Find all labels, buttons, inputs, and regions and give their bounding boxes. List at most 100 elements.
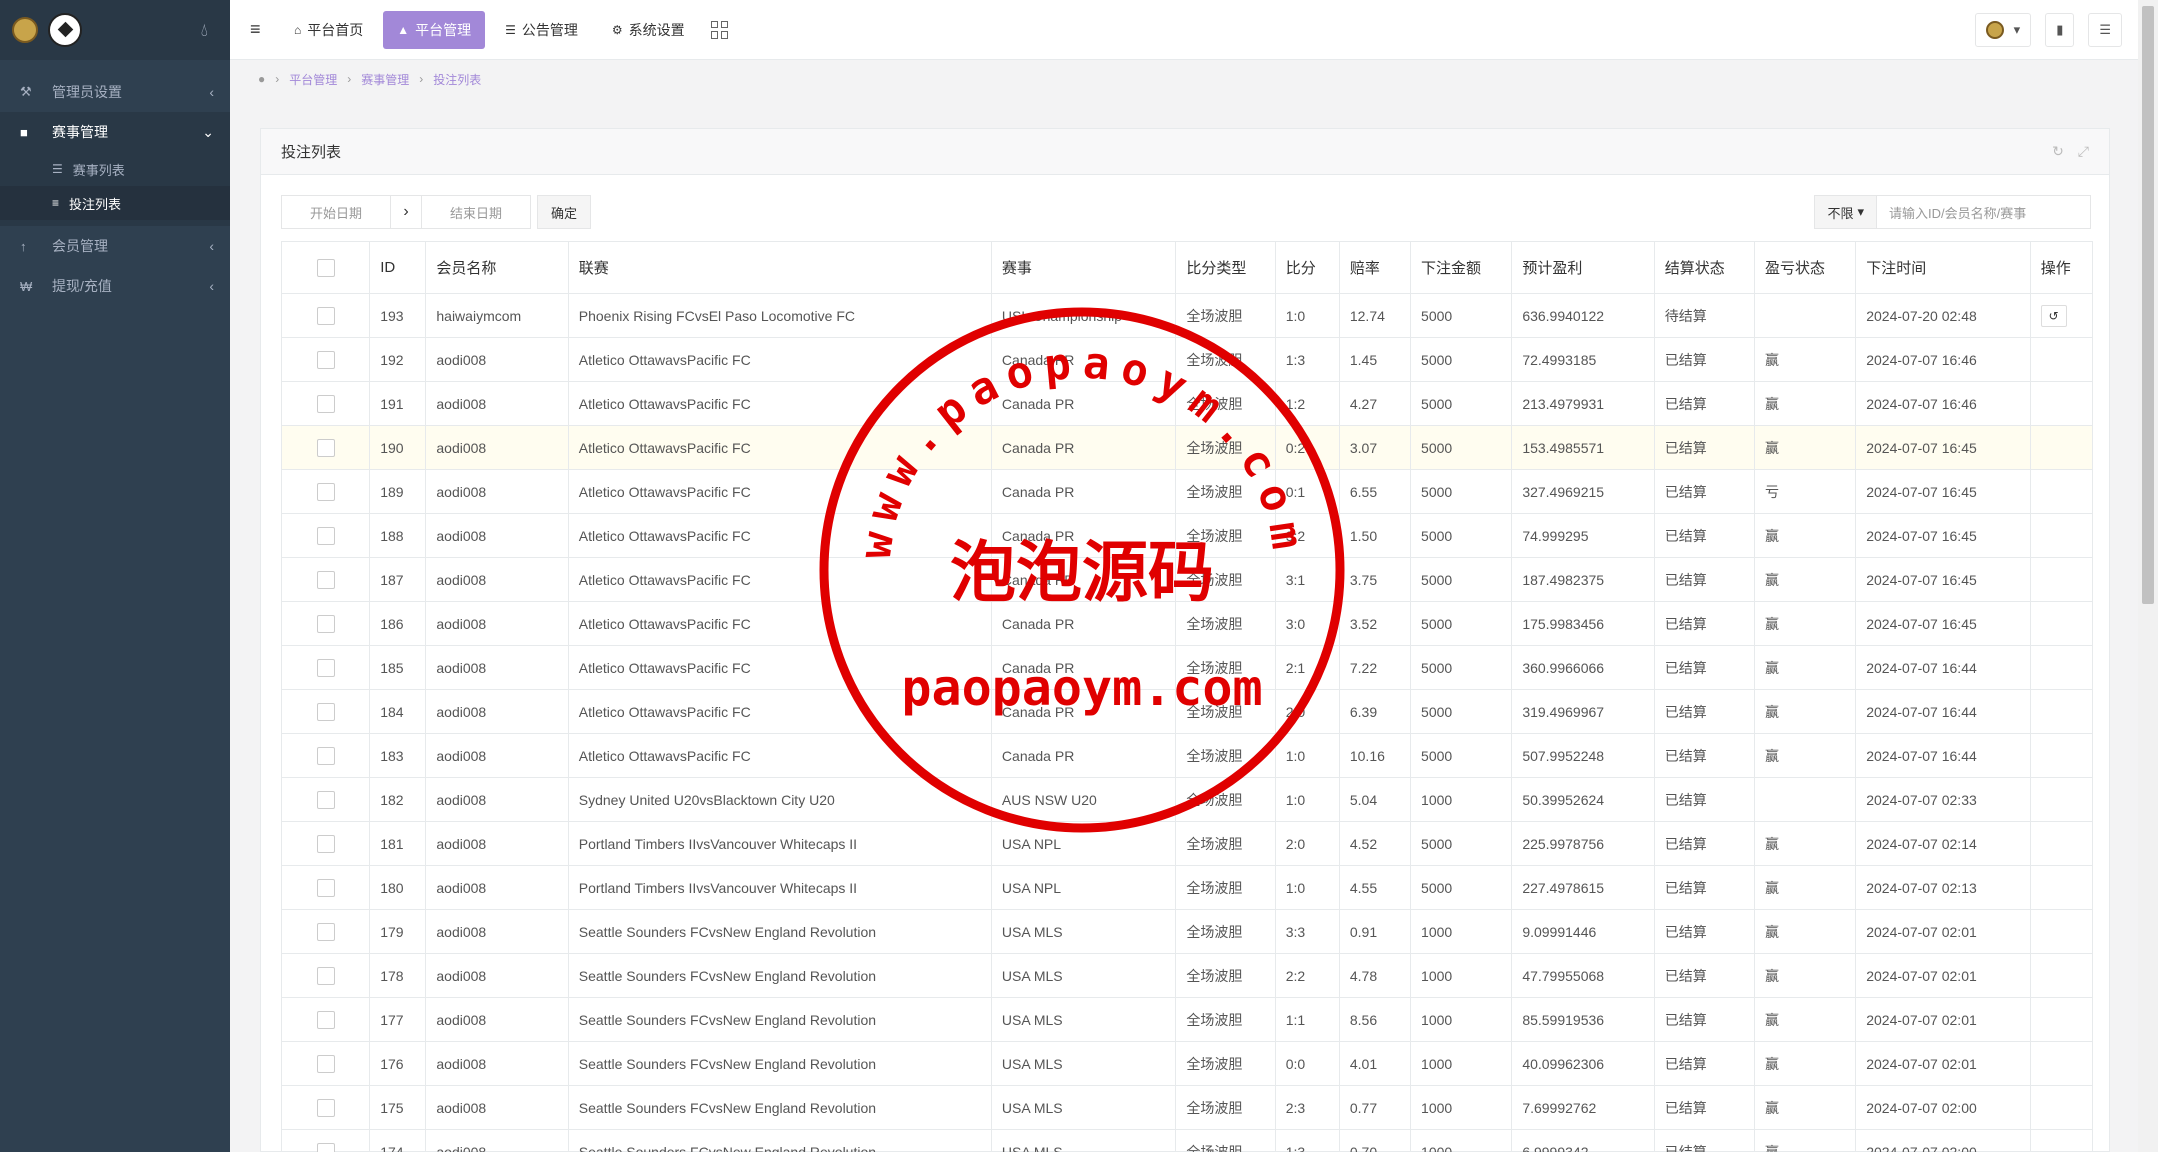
row-checkbox[interactable]: [316, 306, 335, 325]
row-checkbox[interactable]: [316, 834, 335, 853]
col-id[interactable]: ID: [369, 241, 427, 294]
cell-profit: 9.09991446: [1511, 909, 1655, 954]
cell-pl: 赢: [1753, 953, 1857, 998]
table-row[interactable]: 188 aodi008 Atletico OttawavsPacific FC Can…: [280, 513, 2094, 558]
search-input[interactable]: 请输入ID/会员名称/赛事: [1877, 195, 2091, 229]
sidebar-subitem-match-list[interactable]: ☰ 赛事列表: [0, 152, 230, 186]
soccer-ball-logo: [48, 13, 82, 47]
row-checkbox[interactable]: [316, 1098, 335, 1117]
breadcrumb-item[interactable]: 投注列表: [433, 71, 481, 88]
breadcrumb-item[interactable]: 赛事管理: [361, 71, 409, 88]
select-all-checkbox[interactable]: [316, 258, 335, 277]
filter-select[interactable]: 不限 ▾: [1814, 195, 1877, 229]
fullscreen-icon[interactable]: ⤢: [2078, 143, 2089, 160]
row-checkbox[interactable]: [316, 438, 335, 457]
row-checkbox[interactable]: [316, 350, 335, 369]
scrollbar-thumb[interactable]: [2142, 6, 2154, 604]
row-checkbox[interactable]: [316, 878, 335, 897]
row-checkbox[interactable]: [316, 922, 335, 941]
bet-list-panel: 投注列表 ↻ ⤢ 开始日期 › 结束日期 确定 不限 ▾ 请输入ID/会员名称/…: [260, 128, 2110, 1152]
table-row[interactable]: 181 aodi008 Portland Timbers IIvsVancouver…: [280, 821, 2094, 866]
cell-amount: 5000: [1410, 865, 1513, 910]
table-row[interactable]: 177 aodi008 Seattle Sounders FCvsNew Engla…: [280, 997, 2094, 1042]
refresh-icon[interactable]: ↻: [2052, 143, 2064, 160]
cell-time: 2024-07-07 16:45: [1855, 425, 2031, 470]
cell-member: aodi008: [425, 645, 569, 690]
tab-system-settings[interactable]: ⚙ 系统设置: [598, 11, 699, 49]
user-menu-button[interactable]: ▾: [1974, 12, 2032, 47]
start-date-input[interactable]: 开始日期: [281, 195, 391, 229]
row-checkbox[interactable]: [316, 394, 335, 413]
cell-amount: 5000: [1410, 469, 1513, 514]
table-row[interactable]: 184 aodi008 Atletico OttawavsPacific FC Can…: [280, 689, 2094, 734]
end-date-input[interactable]: 结束日期: [421, 195, 531, 229]
table-row[interactable]: 180 aodi008 Portland Timbers IIvsVancouver…: [280, 865, 2094, 910]
menu-toggle-icon[interactable]: ≡: [250, 19, 280, 40]
row-checkbox[interactable]: [316, 570, 335, 589]
table-row[interactable]: 175 aodi008 Seattle Sounders FCvsNew Engla…: [280, 1085, 2094, 1130]
table-row[interactable]: 186 aodi008 Atletico OttawavsPacific FC Can…: [280, 601, 2094, 646]
row-checkbox[interactable]: [316, 1054, 335, 1073]
right-panel-button[interactable]: ☰: [2088, 12, 2122, 47]
table-row[interactable]: 193 haiwaiymcom Phoenix Rising FCvsEl Paso…: [280, 293, 2094, 338]
confirm-button[interactable]: 确定: [537, 195, 592, 229]
sidebar-item-withdraw-recharge[interactable]: ₩ 提现/充值 ‹: [0, 266, 230, 306]
tab-announcement[interactable]: ☰ 公告管理: [491, 11, 592, 49]
page-scrollbar[interactable]: [2138, 0, 2158, 1152]
cell-odds: 6.39: [1338, 689, 1412, 734]
row-checkbox[interactable]: [316, 790, 335, 809]
table-row[interactable]: 182 aodi008 Sydney United U20vsBlacktown C…: [280, 777, 2094, 822]
table-row[interactable]: 183 aodi008 Atletico OttawavsPacific FC Can…: [280, 733, 2094, 778]
col-amount[interactable]: 下注金额: [1410, 241, 1513, 294]
sidebar-item-admin-settings[interactable]: ⚒ 管理员设置 ‹: [0, 72, 230, 112]
row-checkbox[interactable]: [316, 482, 335, 501]
cell-actions: ↺: [2029, 293, 2094, 338]
sidebar-subitem-bet-list[interactable]: ≡ 投注列表: [0, 186, 230, 220]
table-row[interactable]: 187 aodi008 Atletico OttawavsPacific FC Can…: [280, 557, 2094, 602]
row-checkbox[interactable]: [316, 1010, 335, 1029]
col-score-type[interactable]: 比分类型: [1175, 241, 1276, 294]
table-row[interactable]: 178 aodi008 Seattle Sounders FCvsNew Engla…: [280, 953, 2094, 998]
row-checkbox[interactable]: [316, 702, 335, 721]
col-odds[interactable]: 赔率: [1338, 241, 1412, 294]
col-match[interactable]: 赛事: [990, 241, 1177, 294]
col-settle[interactable]: 结算状态: [1653, 241, 1755, 294]
row-checkbox[interactable]: [316, 966, 335, 985]
cell-time: 2024-07-07 16:45: [1855, 557, 2031, 602]
row-checkbox[interactable]: [316, 526, 335, 545]
table-row[interactable]: 185 aodi008 Atletico OttawavsPacific FC Can…: [280, 645, 2094, 690]
cell-score: 1:0: [1274, 777, 1340, 822]
sidebar-item-member-management[interactable]: ↑ 会员管理 ‹: [0, 226, 230, 266]
row-checkbox[interactable]: [316, 658, 335, 677]
tab-platform-management[interactable]: ▲ 平台管理: [383, 10, 486, 49]
cell-match: Canada PR: [990, 469, 1177, 514]
col-time[interactable]: 下注时间: [1855, 241, 2031, 294]
col-league[interactable]: 联赛: [567, 241, 992, 294]
breadcrumb-item[interactable]: 平台管理: [289, 71, 337, 88]
row-checkbox[interactable]: [316, 746, 335, 765]
table-row[interactable]: 190 aodi008 Atletico OttawavsPacific FC Can…: [280, 425, 2094, 470]
table-row[interactable]: 192 aodi008 Atletico OttawavsPacific FC Can…: [280, 337, 2094, 382]
apps-grid-icon[interactable]: [710, 20, 729, 39]
cell-league: Seattle Sounders FCvsNew England Revolut…: [567, 1085, 992, 1130]
col-score[interactable]: 比分: [1274, 241, 1340, 294]
row-checkbox[interactable]: [316, 614, 335, 633]
row-select-cell: [280, 865, 371, 910]
col-profit[interactable]: 预计盈利: [1511, 241, 1655, 294]
table-row[interactable]: 189 aodi008 Atletico OttawavsPacific FC Can…: [280, 469, 2094, 514]
cell-match: USL Championship: [990, 293, 1177, 338]
droplet-icon[interactable]: 💧︎: [201, 20, 208, 41]
table-row[interactable]: 174 aodi008 Seattle Sounders FCvsNew Engla…: [280, 1129, 2094, 1152]
clear-cache-button[interactable]: ▮: [2045, 12, 2075, 47]
cell-type: 全场波胆: [1175, 293, 1276, 338]
row-checkbox[interactable]: [316, 1142, 335, 1152]
undo-icon[interactable]: ↺: [2040, 304, 2067, 327]
tab-platform-home[interactable]: ⌂ 平台首页: [280, 11, 377, 49]
table-row[interactable]: 179 aodi008 Seattle Sounders FCvsNew Engla…: [280, 909, 2094, 954]
table-row[interactable]: 176 aodi008 Seattle Sounders FCvsNew Engla…: [280, 1041, 2094, 1086]
table-row[interactable]: 191 aodi008 Atletico OttawavsPacific FC Can…: [280, 381, 2094, 426]
col-member[interactable]: 会员名称: [425, 241, 569, 294]
cell-time: 2024-07-07 16:45: [1855, 601, 2031, 646]
sidebar-item-match-management[interactable]: ■ 赛事管理 ⌄: [0, 112, 230, 152]
col-pl[interactable]: 盈亏状态: [1753, 241, 1857, 294]
